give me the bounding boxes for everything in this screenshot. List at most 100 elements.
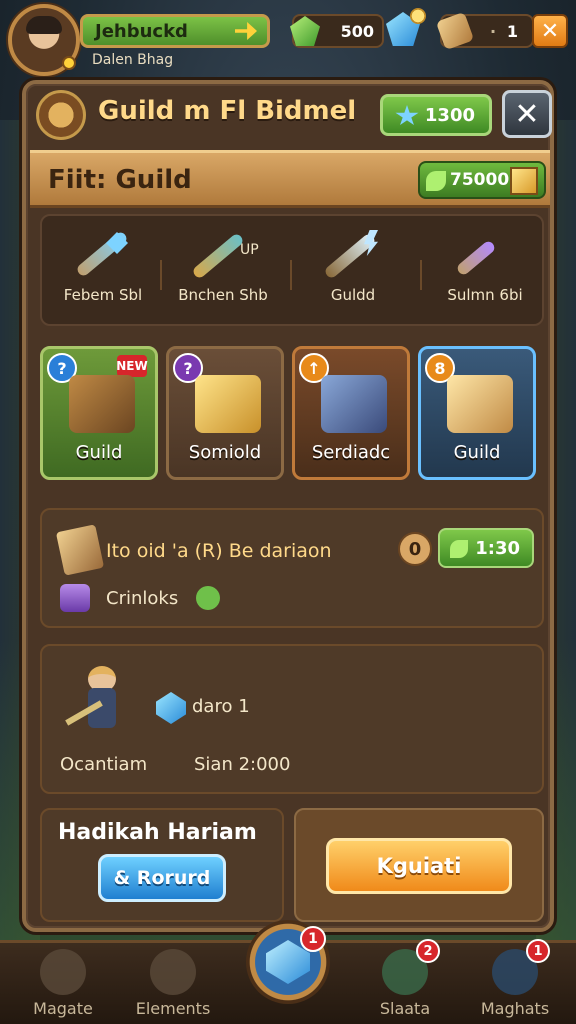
notification-badge: 1 — [300, 926, 326, 952]
weapon-item[interactable]: Febem Sbl — [48, 220, 158, 324]
top-bar: Jehbuckd Dalen Bhag 500 · 1 ✕ — [0, 0, 576, 80]
nav-label: Magate — [33, 999, 93, 1018]
crossbow-body — [191, 232, 245, 280]
scroll-icon — [55, 524, 105, 576]
nav-center-gem-button[interactable]: 1 — [246, 920, 330, 1004]
left-action-box: Hadikah Hariam & Rorurd — [40, 808, 284, 922]
panel-header: Guild m Fl Bidmel 1300 ✕ — [26, 84, 552, 148]
green-gem-icon — [290, 16, 320, 46]
blue-gem-icon — [156, 692, 186, 724]
nav-label: Elements — [135, 999, 211, 1018]
blue-spear-icon — [68, 224, 138, 280]
weapon-divider — [160, 260, 162, 290]
gem-resource-counter[interactable]: 500 — [290, 14, 384, 48]
weapon-strip: Febem Sbl UP Bnchen Shb Guldd Sulmn 6bi — [40, 214, 544, 326]
banner-coin-counter[interactable]: 75000 — [418, 161, 546, 199]
gem-count: 500 — [340, 21, 374, 41]
player-avatar[interactable] — [8, 4, 80, 76]
weapon-label: Sulmn 6bi — [447, 286, 523, 304]
weapon-divider — [290, 260, 292, 290]
quest-reward-value: 1:30 — [475, 537, 520, 559]
hero-gem-label: daro 1 — [192, 696, 250, 717]
coin-icon — [410, 8, 426, 24]
nav-label: Slaata — [379, 999, 431, 1018]
quest-panel: Ito oid 'a (R) Be dariaon Crinloks 0 1:3… — [40, 508, 544, 628]
card-label: Guild — [453, 442, 501, 463]
scroll-resource-counter[interactable]: · 1 — [435, 11, 534, 51]
purple-gem-icon — [60, 584, 90, 612]
card-label: Somiold — [188, 442, 262, 463]
compass-icon — [150, 949, 196, 995]
left-action-title: Hadikah Hariam — [58, 820, 257, 845]
hero-panel: daro 1 Ocantiam Sian 2:000 — [40, 644, 544, 794]
scroll-dots: · — [490, 22, 497, 41]
reward-button[interactable]: & Rorurd — [98, 854, 226, 902]
treasure-chest-icon — [69, 375, 135, 433]
nav-item-elements[interactable]: Elements — [118, 945, 228, 1024]
avatar-hair — [26, 16, 62, 34]
top-close-button[interactable]: ✕ — [532, 14, 568, 48]
cannon-icon — [321, 375, 387, 433]
purple-staff-icon — [450, 224, 520, 280]
notification-badge: 1 — [526, 939, 550, 963]
golden-shield-icon — [447, 375, 513, 433]
nav-item-maghats[interactable]: 1 Maghats — [460, 939, 570, 1024]
quest-reward-button[interactable]: 1:30 — [438, 528, 534, 568]
guild-banner: Fiit: Guild 75000 — [30, 150, 550, 208]
weapon-label: Bnchen Shb — [178, 286, 268, 304]
guild-panel: Guild m Fl Bidmel 1300 ✕ Fiit: Guild 750… — [22, 80, 554, 932]
arrow-icon — [235, 22, 257, 40]
green-orb-icon — [196, 586, 220, 610]
dragon-icon — [40, 949, 86, 995]
hero-stat-2: Sian 2:000 — [194, 754, 291, 775]
star-gem-icon — [395, 105, 419, 126]
hero-warrior-icon — [60, 660, 140, 750]
weapon-item[interactable]: UP Bnchen Shb — [168, 220, 278, 324]
new-tag: NEW — [116, 355, 148, 377]
weapon-item[interactable]: Sulmn 6bi — [430, 220, 540, 324]
gift-box-icon — [195, 375, 261, 433]
panel-close-button[interactable]: ✕ — [502, 90, 552, 138]
weapon-label: Febem Sbl — [63, 286, 143, 304]
guild-emblem-icon — [36, 90, 86, 140]
weapon-divider — [420, 260, 422, 290]
nav-item-magate[interactable]: Magate — [8, 945, 118, 1024]
banner-coin-value: 75000 — [450, 170, 510, 190]
weapon-label: Guldd — [330, 286, 376, 304]
panel-title: Guild m Fl Bidmel — [98, 96, 357, 126]
bottom-actions: Hadikah Hariam & Rorurd Kguiati — [40, 808, 544, 926]
quest-title: Ito oid 'a (R) Be dariaon — [106, 540, 332, 562]
nav-item-slaata[interactable]: 2 Slaata — [350, 939, 460, 1024]
crossbow-icon: UP — [188, 224, 259, 280]
gem-balance-button[interactable]: 1300 — [380, 94, 492, 136]
avatar-level-dot — [62, 56, 76, 70]
staff-body — [455, 239, 497, 277]
weapon-item[interactable]: Guldd — [298, 220, 408, 324]
player-name-bar[interactable]: Jehbuckd — [80, 14, 270, 48]
scroll-count: 1 — [506, 21, 518, 41]
player-subtitle: Dalen Bhag — [92, 52, 174, 68]
guild-card[interactable]: 8 Guild — [418, 346, 536, 480]
nav-label: Maghats — [480, 999, 550, 1018]
quest-subtitle: Crinloks — [106, 588, 179, 609]
guild-card[interactable]: ? NEW Guild — [40, 346, 158, 480]
gold-cube-icon — [510, 167, 538, 195]
guild-cards: ? NEW Guild ? Somiold ↑ Serdiadc 8 Guild — [40, 346, 544, 486]
notification-badge: 2 — [416, 939, 440, 963]
leaf-icon — [426, 171, 446, 191]
right-action-box: Kguiati — [294, 808, 544, 922]
banner-title: Fiit: Guild — [48, 165, 192, 195]
scroll-icon — [435, 11, 475, 51]
player-name: Jehbuckd — [95, 20, 188, 42]
quest-count: 0 — [398, 532, 432, 566]
weapon-upgrade-label: UP — [240, 242, 259, 258]
card-label: Guild — [75, 442, 123, 463]
guild-card[interactable]: ↑ Serdiadc — [292, 346, 410, 480]
guild-action-button[interactable]: Kguiati — [326, 838, 512, 894]
gem-balance-value: 1300 — [424, 104, 475, 126]
guild-card[interactable]: ? Somiold — [166, 346, 284, 480]
hero-stat-1: Ocantiam — [60, 754, 148, 775]
card-label: Serdiadc — [311, 442, 391, 463]
leaf-icon — [450, 540, 468, 558]
lightning-sword-icon — [318, 224, 388, 280]
